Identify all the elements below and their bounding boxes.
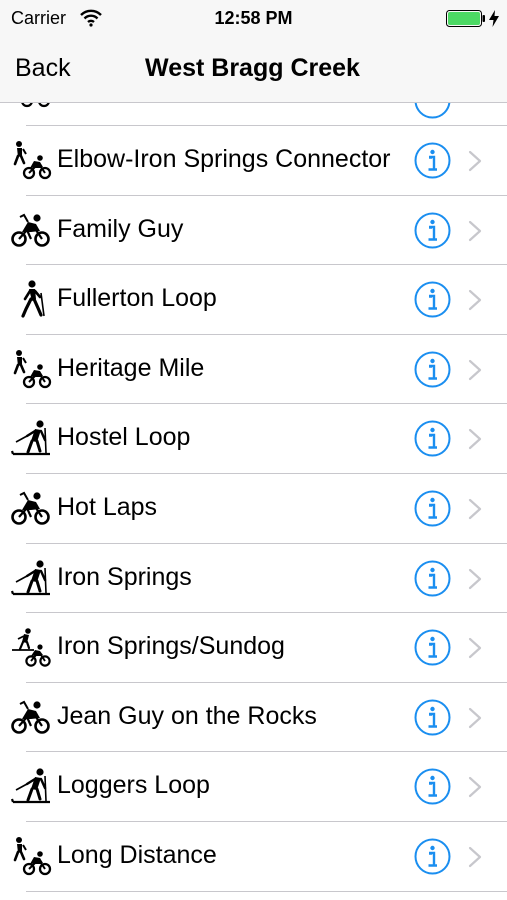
info-icon[interactable] <box>414 699 451 736</box>
trail-name: Loggers Loop <box>57 771 210 800</box>
trail-name: Iron Springs <box>57 562 192 591</box>
list-item[interactable]: Hostel Loop <box>0 403 507 473</box>
row-separator <box>26 612 507 614</box>
clock: 12:58 PM <box>214 8 293 28</box>
list-item[interactable]: Fullerton Loop <box>0 264 507 334</box>
battery-icon <box>446 10 485 27</box>
chevron-right-icon <box>468 776 482 798</box>
list-item[interactable]: Iron Springs/Sundog <box>0 612 507 682</box>
bike-icon <box>10 210 52 250</box>
chevron-right-icon <box>468 707 482 729</box>
hike-bike-icon <box>10 140 52 180</box>
info-icon[interactable] <box>414 838 451 875</box>
info-icon[interactable] <box>414 281 451 318</box>
chevron-right-icon <box>468 846 482 868</box>
trail-name: Family Guy <box>57 214 184 243</box>
chevron-right-icon <box>468 428 482 450</box>
chevron-right-icon <box>468 289 482 311</box>
row-separator <box>26 542 507 544</box>
charging-bolt-icon <box>489 10 499 27</box>
chevron-right-icon <box>468 220 482 242</box>
trail-list[interactable]: Elbow-Iron Springs Connector Family Guy Fu… <box>0 103 507 900</box>
chevron-right-icon <box>468 568 482 590</box>
list-item[interactable]: Heritage Mile <box>0 333 507 404</box>
info-icon[interactable] <box>414 351 451 388</box>
partial-list-item[interactable] <box>0 103 507 126</box>
hike-icon <box>10 279 52 319</box>
chevron-right-icon <box>468 359 482 381</box>
trail-name: Hot Laps <box>57 493 158 521</box>
trail-name: Iron Springs/Sundog <box>57 632 285 661</box>
info-icon[interactable] <box>414 103 451 119</box>
list-item[interactable]: Elbow-Iron Springs Connector <box>0 125 507 195</box>
bike-icon <box>21 103 50 108</box>
row-separator <box>26 264 507 266</box>
trail-name: Elbow-Iron Springs Connector <box>57 145 391 173</box>
row-separator <box>26 751 507 753</box>
trail-name: Long Distance <box>57 841 217 869</box>
trail-name: Heritage Mile <box>57 353 205 382</box>
chevron-right-icon <box>468 637 482 659</box>
hike-bike-icon <box>10 836 52 876</box>
chevron-right-icon <box>468 498 482 520</box>
list-item[interactable]: Jean Guy on the Rocks <box>0 681 507 752</box>
info-icon[interactable] <box>414 629 451 666</box>
navigation-bar: Back West Bragg Creek <box>0 38 507 103</box>
info-icon[interactable] <box>414 560 451 597</box>
list-item[interactable]: Iron Springs <box>0 542 507 613</box>
row-separator <box>26 681 507 683</box>
ski-bike-icon <box>10 627 52 667</box>
chevron-right-icon <box>468 150 482 172</box>
list-item[interactable]: Loggers Loop <box>0 751 507 821</box>
hike-bike-icon <box>10 349 52 389</box>
row-separator <box>26 194 507 196</box>
list-item[interactable]: Hot Laps <box>0 473 507 543</box>
ski-icon <box>10 766 52 806</box>
info-icon[interactable] <box>414 490 451 527</box>
row-separator <box>26 333 507 335</box>
bike-icon <box>10 488 52 528</box>
info-icon[interactable] <box>414 768 451 805</box>
status-bar: Carrier 12:58 PM <box>0 0 507 38</box>
ski-icon <box>10 558 52 598</box>
row-separator <box>26 403 507 405</box>
trail-name: Hostel Loop <box>57 423 191 452</box>
list-item[interactable]: Family Guy <box>0 194 507 265</box>
page-title: West Bragg Creek <box>145 54 360 82</box>
bike-icon <box>10 697 52 737</box>
ski-icon <box>10 418 52 458</box>
row-separator <box>26 821 507 822</box>
row-separator <box>26 125 507 126</box>
trail-name: Jean Guy on the Rocks <box>57 701 317 730</box>
trail-name: Fullerton Loop <box>57 284 217 313</box>
row-separator <box>26 473 507 474</box>
row-separator <box>26 891 507 892</box>
info-icon[interactable] <box>414 142 451 179</box>
info-icon[interactable] <box>414 420 451 457</box>
list-item[interactable]: Long Distance <box>0 821 507 891</box>
info-icon[interactable] <box>414 212 451 249</box>
